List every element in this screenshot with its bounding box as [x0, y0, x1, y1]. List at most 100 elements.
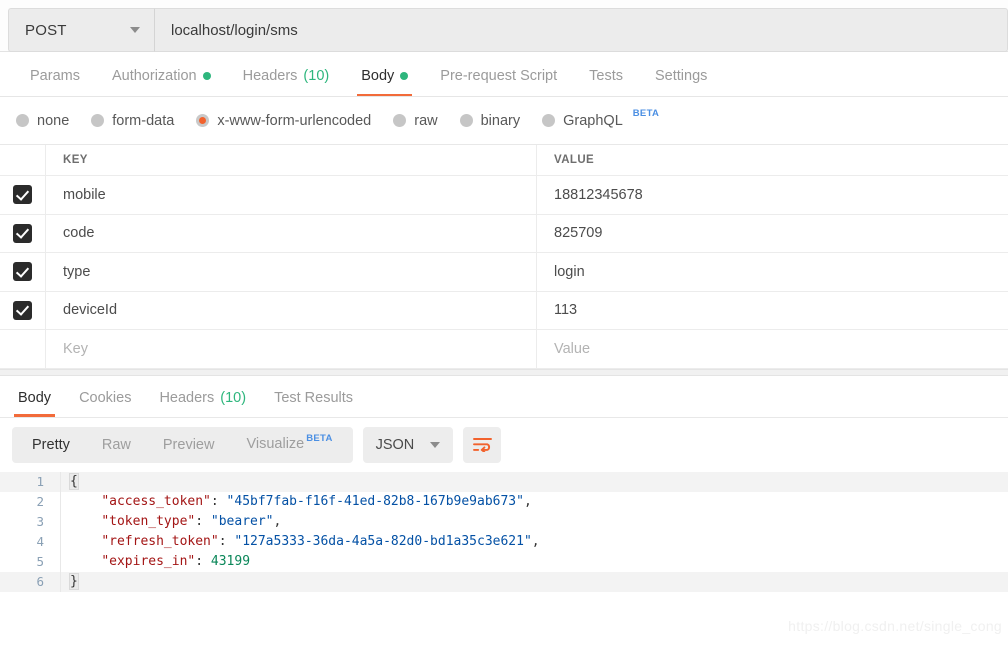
row-checkbox-cell [0, 291, 46, 329]
response-viewer-toolbar: Pretty Raw Preview Visualize BETA JSON [0, 417, 1008, 472]
response-body-code[interactable]: 1{2 "access_token": "45bf7fab-f16f-41ed-… [0, 471, 1008, 610]
row-checkbox[interactable] [13, 223, 32, 243]
view-mode-label: Pretty [32, 436, 70, 453]
json-punct: : [195, 553, 211, 569]
http-method-selector[interactable]: POST [8, 8, 154, 52]
json-number: 43199 [210, 553, 251, 569]
value-cell[interactable]: login [537, 253, 1008, 291]
request-tab-body[interactable]: Body [345, 68, 424, 96]
modified-dot-icon [202, 72, 211, 80]
row-checkbox[interactable] [13, 300, 32, 320]
response-pane-divider[interactable] [0, 368, 1008, 376]
code-text: "expires_in": 43199 [60, 551, 1008, 572]
response-tab-test-results[interactable]: Test Results [260, 390, 367, 417]
row-checkbox[interactable] [13, 262, 32, 282]
tab-label: Tests [589, 68, 623, 84]
body-type-graphql[interactable]: GraphQL BETA [542, 108, 659, 129]
value-cell[interactable]: Value [537, 330, 1008, 368]
radio-icon[interactable] [16, 114, 29, 127]
radio-icon[interactable] [393, 114, 407, 127]
code-text: "access_token": "45bf7fab-f16f-41ed-82b8… [60, 491, 1008, 512]
value-cell[interactable]: 825709 [537, 215, 1008, 253]
request-tab-settings[interactable]: Settings [639, 68, 723, 96]
body-type-options: none form-data x-www-form-urlencoded raw bin… [0, 97, 1008, 144]
view-mode-pretty[interactable]: Pretty [16, 427, 86, 463]
value-text: 113 [554, 302, 578, 319]
beta-badge: BETA [632, 108, 660, 119]
radio-icon[interactable] [542, 114, 556, 127]
tab-label: Pre-request Script [440, 68, 558, 84]
value-cell[interactable]: 18812345678 [537, 176, 1008, 214]
json-key: "refresh_token" [101, 533, 219, 549]
body-type-none[interactable]: none [16, 113, 69, 129]
table-row: deviceId 113 [0, 291, 1008, 330]
url-input[interactable]: localhost/login/sms [154, 8, 1008, 52]
json-brace: } [69, 572, 79, 590]
view-mode-label: Visualize [246, 435, 305, 452]
tab-label: Params [30, 68, 80, 84]
line-number: 5 [36, 554, 44, 569]
tab-label: Body [18, 389, 52, 406]
http-method-label: POST [25, 21, 67, 39]
value-cell[interactable]: 113 [537, 292, 1008, 330]
code-text: "refresh_token": "127a5333-36da-4a5a-82d… [60, 531, 1008, 552]
response-format-label: JSON [375, 436, 415, 453]
key-text: Key [63, 340, 88, 357]
key-cell[interactable]: Key [46, 330, 537, 368]
chevron-down-icon [130, 27, 140, 33]
key-cell[interactable]: type [46, 253, 537, 291]
body-type-label: binary [480, 112, 521, 129]
radio-icon[interactable] [459, 114, 473, 127]
json-key: "expires_in" [101, 553, 196, 569]
radio-icon[interactable] [196, 114, 210, 127]
request-tab-pre-request-script[interactable]: Pre-request Script [424, 68, 573, 96]
line-number: 6 [36, 574, 44, 589]
code-line: 4 "refresh_token": "127a5333-36da-4a5a-8… [0, 531, 1008, 552]
value-text: 825709 [554, 225, 603, 242]
response-tab-body[interactable]: Body [4, 390, 65, 417]
table-header-row: KEY VALUE [0, 145, 1008, 176]
view-mode-preview[interactable]: Preview [147, 427, 231, 463]
json-key: "access_token" [101, 493, 211, 509]
code-line: 3 "token_type": "bearer", [0, 511, 1008, 532]
tab-label: Settings [654, 68, 708, 84]
row-checkbox[interactable] [13, 185, 32, 205]
code-line: 2 "access_token": "45bf7fab-f16f-41ed-82… [0, 491, 1008, 512]
body-type-binary[interactable]: binary [459, 112, 521, 129]
wrap-lines-button[interactable] [463, 426, 502, 463]
row-checkbox-cell [0, 176, 46, 214]
value-text: Value [554, 340, 591, 357]
view-mode-visualize[interactable]: Visualize BETA [230, 426, 348, 464]
response-tab-cookies[interactable]: Cookies [65, 390, 145, 417]
urlencoded-params-table: KEY VALUE mobile 18812345678 code 825709 typ… [0, 144, 1008, 369]
json-punct: : [210, 493, 227, 509]
json-key: "token_type" [101, 513, 196, 529]
response-tab-headers[interactable]: Headers (10) [145, 390, 260, 417]
json-punct [70, 554, 101, 569]
response-format-selector[interactable]: JSON [362, 426, 454, 463]
key-cell[interactable]: code [46, 214, 537, 252]
header-key-cell: KEY [46, 145, 537, 175]
value-text: 18812345678 [554, 186, 643, 203]
tab-count: (10) [220, 389, 247, 406]
body-type-form-data[interactable]: form-data [91, 113, 174, 129]
request-tab-tests[interactable]: Tests [573, 68, 639, 96]
tab-label: Headers [159, 389, 215, 406]
body-type-raw[interactable]: raw [393, 113, 438, 129]
request-tab-headers[interactable]: Headers (10) [227, 68, 346, 96]
line-number: 2 [36, 494, 44, 509]
json-string: "45bf7fab-f16f-41ed-82b8-167b9e9ab673" [226, 493, 524, 509]
header-checkbox-cell [0, 145, 46, 175]
key-text: mobile [63, 186, 106, 203]
row-checkbox-cell [0, 330, 46, 368]
radio-icon[interactable] [91, 114, 105, 127]
key-cell[interactable]: deviceId [46, 291, 537, 329]
view-mode-raw[interactable]: Raw [86, 427, 147, 463]
response-tab-bar: Body Cookies Headers (10) Test Results [0, 375, 1008, 418]
request-tab-params[interactable]: Params [14, 68, 96, 96]
request-tab-authorization[interactable]: Authorization [96, 68, 227, 96]
row-checkbox-cell [0, 253, 46, 291]
key-cell[interactable]: mobile [46, 176, 537, 214]
table-row: code 825709 [0, 214, 1008, 253]
body-type-x-www-form-urlencoded[interactable]: x-www-form-urlencoded [196, 113, 371, 129]
